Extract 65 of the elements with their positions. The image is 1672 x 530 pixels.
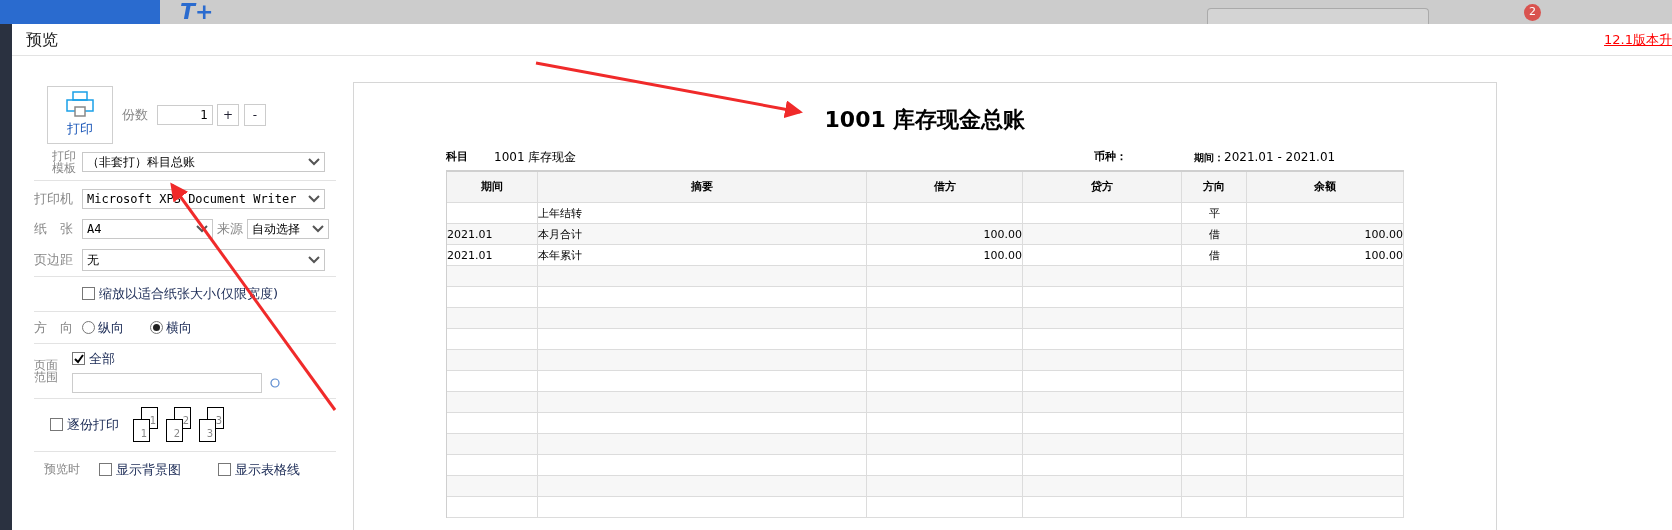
- preview-label: 预览时: [44, 461, 81, 479]
- column-header: 方向: [1182, 172, 1247, 203]
- table-cell: 本月合计: [538, 224, 867, 245]
- chevron-down-icon: [312, 225, 324, 233]
- decrement-button[interactable]: -: [244, 104, 266, 126]
- subject-label: 科目: [446, 148, 469, 165]
- table-cell: 借: [1182, 224, 1247, 245]
- table-cell: 2021.01: [447, 245, 538, 266]
- column-header: 余额: [1247, 172, 1404, 203]
- column-header: 借方: [867, 172, 1023, 203]
- column-header: 贷方: [1023, 172, 1182, 203]
- range-label: 页面范围: [34, 359, 58, 386]
- increment-button[interactable]: +: [217, 104, 239, 126]
- checkbox[interactable]: [217, 462, 231, 476]
- dropdown-select[interactable]: 无: [82, 249, 325, 271]
- copies-field[interactable]: 1: [157, 105, 213, 125]
- table-cell: 2021.01: [447, 224, 538, 245]
- radio-label: 纵向: [98, 318, 124, 337]
- table-cell: 100.00: [1247, 224, 1404, 245]
- dialog-title: 预览: [26, 28, 58, 51]
- chevron-down-icon: [308, 195, 320, 203]
- checkbox[interactable]: [82, 287, 95, 301]
- column-header: 摘要: [538, 172, 867, 203]
- checkbox-label: 全部: [89, 350, 115, 368]
- checkbox[interactable]: [50, 418, 63, 431]
- orientation-label: 方 向: [34, 318, 74, 337]
- table-cell: 本年累计: [538, 245, 867, 266]
- checkbox[interactable]: [99, 462, 113, 476]
- column-header: 期间: [447, 172, 538, 203]
- period-label: 期间：: [1194, 150, 1224, 165]
- dropdown-select[interactable]: 自动选择: [247, 219, 329, 239]
- app-logo: T+: [180, 1, 214, 23]
- checkbox-label: 显示表格线: [234, 460, 300, 479]
- chevron-down-icon: [308, 256, 320, 264]
- table-cell: 平: [1182, 203, 1247, 224]
- paper-label: 纸 张: [34, 220, 74, 239]
- dropdown-select[interactable]: （非套打）科目总账: [82, 152, 325, 172]
- upgrade-link[interactable]: 12.1版本升: [1604, 29, 1672, 50]
- print-button[interactable]: 打印: [47, 86, 113, 144]
- chevron-down-icon: [196, 225, 208, 233]
- search-field[interactable]: [1207, 8, 1429, 24]
- page-range-field[interactable]: [72, 372, 262, 393]
- info-circle-icon: [270, 377, 280, 388]
- table-cell: 100.00: [867, 224, 1023, 245]
- checkbox-label: 显示背景图: [116, 460, 182, 479]
- table-cell: 上年结转: [538, 203, 867, 224]
- period-value: 2021.01 - 2021.01: [1224, 149, 1336, 166]
- checkbox[interactable]: [72, 352, 85, 366]
- report-title: 1001 库存现金总账: [824, 106, 1026, 134]
- printer-label: 打印机: [34, 190, 74, 209]
- dropdown-select[interactable]: A4: [82, 219, 213, 239]
- table-cell: 100.00: [1247, 245, 1404, 266]
- table-cell: 借: [1182, 245, 1247, 266]
- margin-label: 页边距: [34, 251, 74, 270]
- copies-label: 份数: [122, 106, 148, 125]
- currency-label: 币种：: [1094, 148, 1128, 165]
- source-label: 来源: [217, 220, 243, 239]
- printer-icon: [66, 91, 94, 118]
- template-label: 打印模板: [52, 150, 76, 174]
- subject-value: 1001 库存现金: [494, 149, 578, 166]
- radio-label: 横向: [166, 318, 192, 337]
- chevron-down-icon: [308, 158, 320, 166]
- notification-badge[interactable]: 2: [1524, 4, 1541, 21]
- checkbox-label: 逐份打印: [67, 415, 119, 434]
- table-cell: 100.00: [867, 245, 1023, 266]
